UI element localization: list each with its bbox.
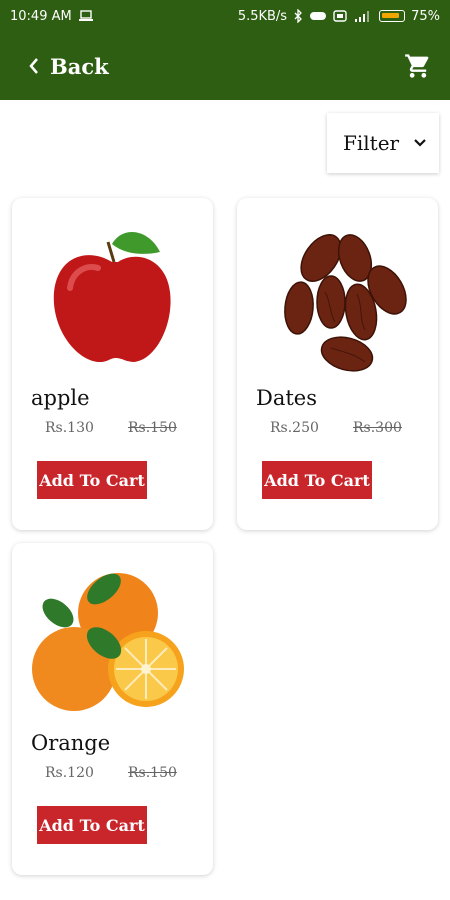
app-bar: Back bbox=[0, 32, 450, 100]
product-name: Orange bbox=[31, 731, 111, 755]
product-card[interactable]: Orange Rs.120 Rs.150 Add To Cart bbox=[12, 543, 213, 875]
battery-level: 75% bbox=[411, 8, 440, 24]
product-old-price: Rs.300 bbox=[353, 420, 402, 436]
bluetooth-icon bbox=[294, 9, 303, 23]
chevron-left-icon bbox=[29, 58, 38, 74]
filter-dropdown[interactable]: Filter bbox=[327, 113, 439, 173]
dates-image bbox=[284, 234, 407, 372]
back-label: Back bbox=[50, 53, 109, 79]
product-old-price: Rs.150 bbox=[128, 420, 177, 436]
filter-label: Filter bbox=[343, 131, 400, 155]
status-time: 10:49 AM bbox=[10, 8, 72, 24]
product-name: apple bbox=[31, 386, 90, 410]
product-card[interactable]: apple Rs.130 Rs.150 Add To Cart bbox=[12, 198, 213, 530]
chevron-down-icon bbox=[414, 139, 426, 147]
product-old-price: Rs.150 bbox=[128, 765, 177, 781]
add-to-cart-button[interactable]: Add To Cart bbox=[37, 806, 147, 844]
add-to-cart-button[interactable]: Add To Cart bbox=[262, 461, 372, 499]
wifi-icon bbox=[333, 10, 347, 22]
status-bar: 10:49 AM 5.5KB/s 75% bbox=[0, 0, 450, 32]
battery-icon bbox=[379, 10, 406, 22]
cart-icon[interactable] bbox=[404, 52, 432, 80]
laptop-icon bbox=[78, 10, 93, 21]
signal-icon bbox=[355, 10, 370, 22]
product-price: Rs.130 bbox=[45, 420, 94, 436]
network-speed: 5.5KB/s bbox=[237, 8, 288, 24]
alarm-icon bbox=[310, 12, 327, 20]
product-price: Rs.120 bbox=[45, 765, 94, 781]
apple-image bbox=[53, 232, 171, 362]
add-to-cart-button[interactable]: Add To Cart bbox=[37, 461, 147, 499]
product-card[interactable]: Dates Rs.250 Rs.300 Add To Cart bbox=[237, 198, 438, 530]
product-price: Rs.250 bbox=[270, 420, 319, 436]
orange-image bbox=[32, 573, 184, 711]
product-name: Dates bbox=[256, 386, 318, 410]
back-button[interactable]: Back bbox=[28, 54, 109, 79]
